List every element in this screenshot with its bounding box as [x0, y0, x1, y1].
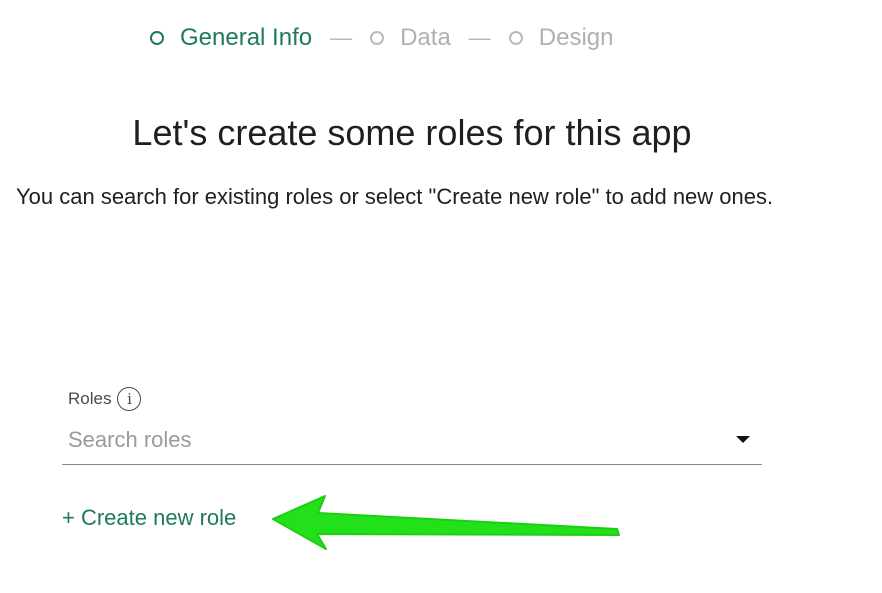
roles-label-row: Roles i	[68, 387, 142, 411]
step-design[interactable]: Design	[508, 24, 614, 52]
roles-search-input[interactable]	[68, 425, 708, 455]
roles-label: Roles	[68, 389, 112, 408]
step-circle-icon	[370, 31, 385, 45]
chevron-down-icon[interactable]	[736, 436, 750, 443]
info-icon[interactable]: i	[117, 387, 142, 411]
create-new-role-link[interactable]: + Create new role	[62, 505, 236, 531]
stepper: General Info — Data — Design	[150, 22, 614, 54]
step-data[interactable]: Data	[370, 24, 451, 52]
annotation-arrow-shape	[272, 495, 620, 550]
roles-select[interactable]	[62, 421, 762, 465]
step-label: Design	[538, 24, 614, 51]
step-separator: —	[330, 25, 353, 50]
step-separator: —	[468, 25, 491, 50]
step-circle-icon	[508, 31, 523, 45]
step-label: General Info	[180, 24, 313, 51]
step-label: Data	[400, 24, 451, 51]
step-general-info[interactable]: General Info	[150, 24, 312, 52]
page-description: You can search for existing roles or sel…	[16, 184, 774, 209]
page-title: Let's create some roles for this app	[132, 112, 692, 153]
step-circle-icon	[150, 31, 164, 45]
